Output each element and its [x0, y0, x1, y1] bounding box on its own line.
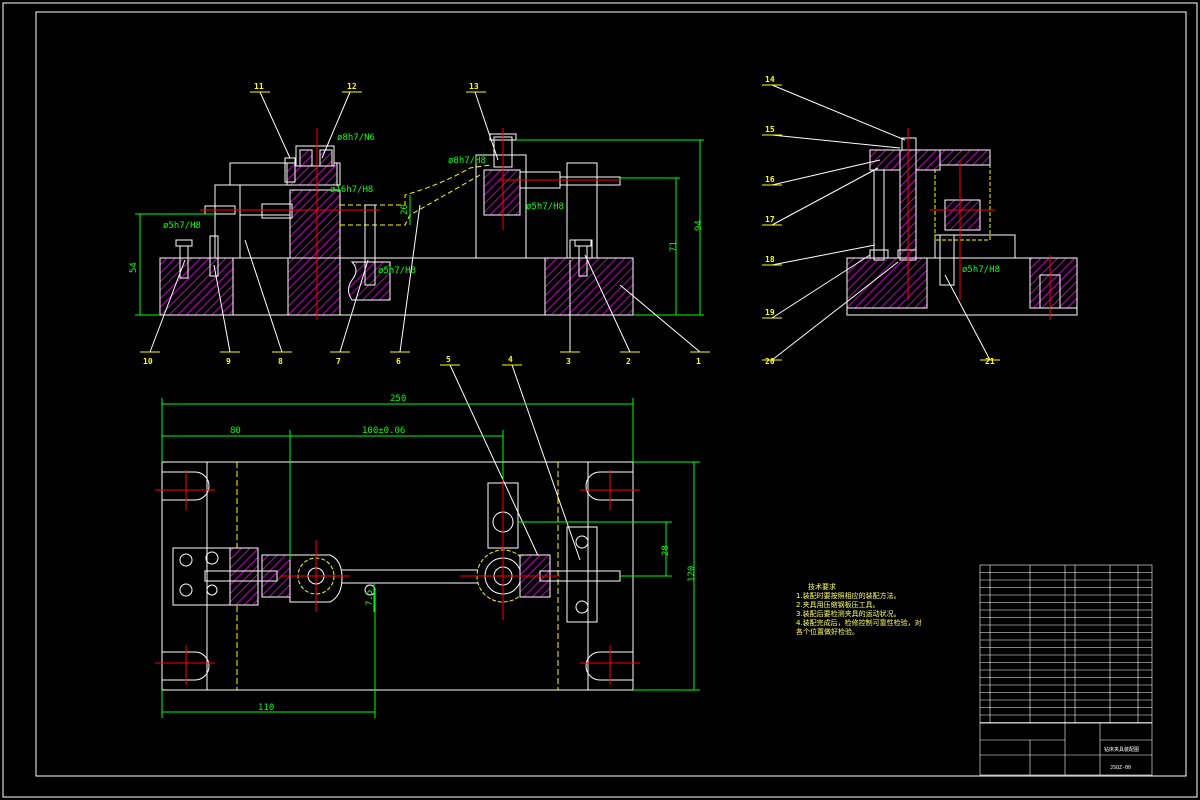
dim-71: 71 [669, 241, 679, 252]
callout-3: 3 [566, 357, 571, 366]
callout-11: 11 [254, 82, 264, 91]
callout-21: 21 [985, 357, 995, 366]
drawing-number: JSQZ-00 [1110, 765, 1131, 771]
callout-12: 12 [347, 82, 357, 91]
technical-note: 1.装配时要按照相应的装配方法。 [796, 592, 901, 600]
dim-94: 94 [694, 220, 704, 231]
technical-notes: 技术要求 1.装配时要按照相应的装配方法。 2.夹具用压缩钢板压工具。 3.装配… [796, 583, 936, 637]
dim-250: 250 [390, 394, 406, 404]
dim-80: 80 [230, 426, 241, 436]
drawing-name: 钻床夹具装配图 [1104, 746, 1139, 753]
dim-100: 100±0.06 [362, 426, 405, 436]
dim-28: 28 [661, 545, 671, 556]
callout-8: 8 [278, 357, 283, 366]
side-view: ø5h7/H8 14 15 16 17 18 19 20 21 [762, 75, 1078, 366]
dim-7-5: 7.5 [365, 590, 375, 606]
callout-6: 6 [396, 357, 401, 366]
technical-notes-title: 技术要求 [808, 583, 836, 591]
top-view: 250 80 100±0.06 28 120 7.5 110 [155, 394, 700, 718]
callout-16: 16 [765, 175, 775, 184]
dim-110: 110 [258, 703, 274, 713]
front-view: ø8h7/N6 ø16h7/H8 ø5h7/H8 ø5h7/H8 ø8h7/H8… [129, 82, 710, 561]
callout-17: 17 [765, 215, 775, 224]
callout-4: 4 [508, 355, 513, 364]
callout-19: 19 [765, 308, 775, 317]
technical-note: 3.装配后要检测夹具的运动状况。 [796, 610, 901, 618]
fit-label: ø5h7/H8 [163, 221, 201, 231]
callout-14: 14 [765, 75, 775, 84]
callout-13: 13 [469, 82, 479, 91]
callout-18: 18 [765, 255, 775, 264]
parts-list [979, 564, 1153, 724]
dim-120: 120 [687, 566, 697, 582]
technical-note: 各个位置做好检验。 [796, 628, 859, 636]
fit-label: ø5h7/H8 [962, 265, 1000, 275]
fit-label: ø16h7/H8 [330, 185, 373, 195]
dim-20: 20 [400, 204, 410, 215]
technical-note: 4.装配完成后，检修控制可靠性检验，对 [796, 619, 922, 627]
callout-20: 20 [765, 357, 775, 366]
callout-9: 9 [226, 357, 231, 366]
technical-note: 2.夹具用压缩钢板压工具。 [796, 601, 880, 609]
callout-10: 10 [143, 357, 153, 366]
callout-5: 5 [446, 355, 451, 364]
fit-label: ø8h7/N6 [337, 133, 375, 143]
dim-54: 54 [129, 262, 139, 273]
outer-border [2, 2, 1198, 798]
callout-2: 2 [626, 357, 631, 366]
callout-15: 15 [765, 125, 775, 134]
callout-7: 7 [336, 357, 341, 366]
cad-drawing: ø8h7/N6 ø16h7/H8 ø5h7/H8 ø5h7/H8 ø8h7/H8… [2, 2, 1198, 798]
fit-label: ø5h7/H8 [526, 202, 564, 212]
fit-label: ø8h7/H8 [448, 156, 486, 166]
callout-1: 1 [696, 357, 701, 366]
